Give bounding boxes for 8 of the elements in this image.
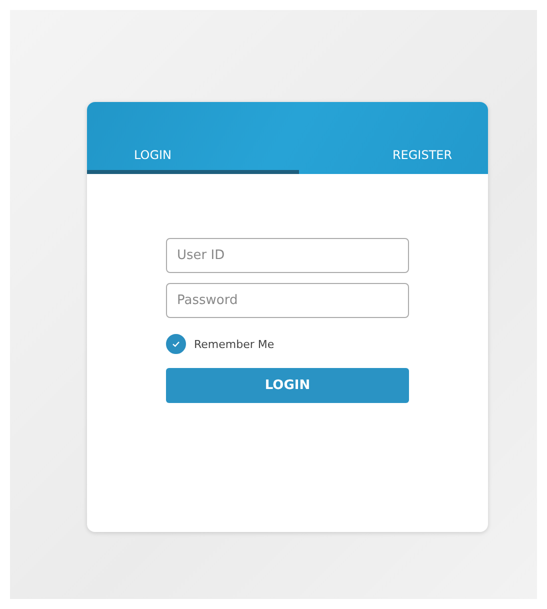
input-field[interactable]: User ID (166, 238, 409, 273)
tab[interactable]: LOGIN (87, 148, 298, 174)
checkmark-icon (171, 339, 181, 349)
input-field[interactable]: Password (166, 283, 409, 318)
tab[interactable]: REGISTER (298, 148, 488, 174)
remember-label: Remember Me (194, 338, 274, 350)
remember-checkbox[interactable] (166, 334, 186, 354)
login-button[interactable]: LOGIN (166, 368, 409, 403)
